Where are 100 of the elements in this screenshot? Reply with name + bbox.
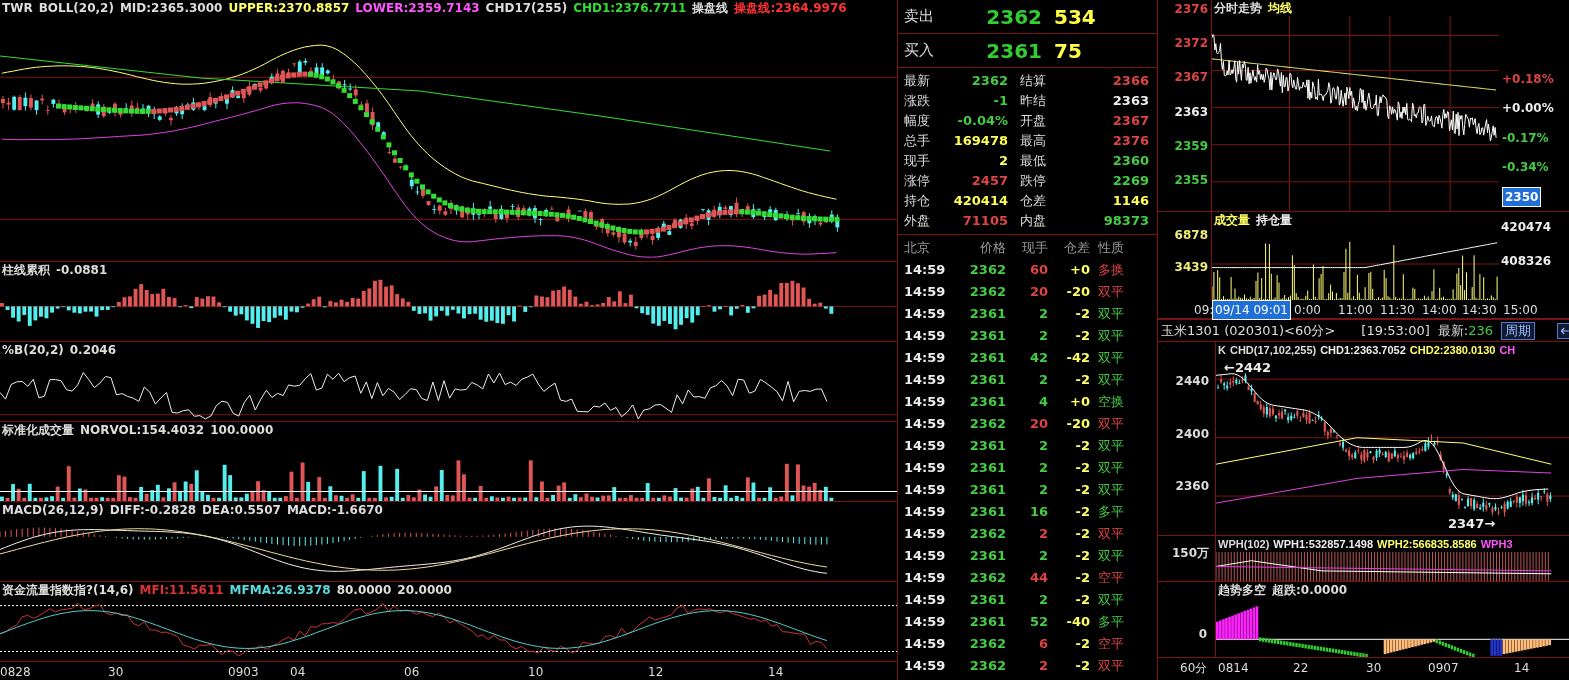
time-label: 11:30 <box>1380 302 1415 319</box>
legend-text: 分时走势 <box>1214 0 1262 16</box>
trade-type: 双平 <box>1097 459 1125 477</box>
trade-position-change: -20 <box>1065 283 1090 301</box>
trade-volume: 4 <box>1037 393 1048 411</box>
arrow-left-button[interactable] <box>1557 322 1569 339</box>
legend-text: WPH2:566835.8586 <box>1377 537 1477 552</box>
time-label: 09: <box>1194 302 1214 319</box>
high-price-marker: ←2442 <box>1224 359 1272 377</box>
trade-type: 双平 <box>1097 657 1125 675</box>
price-label: 2360 <box>1175 478 1209 495</box>
legend-text: MACD(26,12,9) <box>2 502 104 518</box>
axis-label: 150万 <box>1171 545 1209 562</box>
trade-position-change: -2 <box>1074 657 1090 675</box>
trade-time: 14:59 <box>904 393 947 411</box>
stat-value: 71105 <box>961 212 1009 230</box>
date-label: 0903 <box>228 664 259 680</box>
order-label: 买入 <box>904 40 935 62</box>
trade-time: 14:59 <box>904 415 947 433</box>
price-label: 2376 <box>1174 1 1208 18</box>
trade-position-change: -20 <box>1065 415 1090 433</box>
stat-label: 现手 <box>904 152 931 170</box>
trade-price: 2362 <box>968 283 1006 301</box>
trade-price: 2361 <box>968 349 1006 367</box>
volume-label: 6878 <box>1174 227 1208 244</box>
trade-type: 双平 <box>1097 283 1125 301</box>
stat-label: 跌停 <box>1020 172 1047 190</box>
trade-volume: 42 <box>1028 349 1048 367</box>
time-label: 15:00 <box>1503 302 1538 319</box>
legend-text: 20.0000 <box>397 582 452 598</box>
date-label: 0814 <box>1218 660 1249 677</box>
trade-position-change: -2 <box>1074 591 1090 609</box>
cursor-price-tag: 2350 <box>1502 187 1542 207</box>
legend-text: MID:2365.3000 <box>119 0 223 16</box>
trade-time: 14:59 <box>904 261 947 279</box>
trade-price: 2362 <box>968 635 1006 653</box>
trade-volume: 2 <box>1037 371 1048 389</box>
trade-price: 2361 <box>968 591 1006 609</box>
stat-value: 98373 <box>1102 212 1149 230</box>
stat-value: 2367 <box>1111 112 1149 130</box>
date-label: 22 <box>1293 660 1309 677</box>
trade-time: 14:59 <box>904 327 947 345</box>
trade-volume: 2 <box>1037 547 1048 565</box>
trade-time: 14:59 <box>904 547 947 565</box>
trade-volume: 60 <box>1028 261 1048 279</box>
stat-label: 最低 <box>1020 152 1047 170</box>
legend-text: LOWER:2359.7143 <box>355 0 480 16</box>
trade-type: 双平 <box>1097 525 1125 543</box>
legend-text: TWR <box>2 0 33 16</box>
trade-time: 14:59 <box>904 305 947 323</box>
trade-time: 14:59 <box>904 371 947 389</box>
trade-position-change: -2 <box>1074 503 1090 521</box>
legend-text: K <box>1218 343 1226 358</box>
legend-text: WPH(102) <box>1218 537 1270 552</box>
price-label: 2400 <box>1175 425 1209 443</box>
stat-label: 仓差 <box>1020 192 1047 210</box>
instrument-title: 玉米1301 (020301)<60分> <box>1161 321 1336 340</box>
trade-type: 空平 <box>1097 569 1125 587</box>
trade-volume: 2 <box>1037 327 1048 345</box>
trade-price: 2362 <box>968 525 1006 543</box>
percent-label: -0.17% <box>1502 129 1550 147</box>
trade-volume: 20 <box>1028 283 1048 301</box>
date-label: 10 <box>528 664 544 680</box>
legend-text: UPPER:2370.8857 <box>228 0 350 16</box>
time-label: 11:00 <box>1338 302 1373 319</box>
period-button[interactable]: 周期 <box>1501 321 1536 340</box>
trade-type: 多平 <box>1097 503 1125 521</box>
low-price-marker: 2347→ <box>1448 515 1496 533</box>
legend-text: CHD17(255) <box>485 0 568 16</box>
stat-value: 2366 <box>1111 72 1149 90</box>
date-label: 30 <box>1366 660 1382 677</box>
legend-text: 均线 <box>1268 0 1292 16</box>
trade-volume: 6 <box>1037 635 1048 653</box>
date-label: 14 <box>1514 660 1530 677</box>
trade-volume: 44 <box>1028 569 1048 587</box>
legend-text: CHD1:2376.7711 <box>573 0 687 16</box>
order-label: 卖出 <box>904 6 935 28</box>
stat-label: 持仓 <box>904 192 931 210</box>
trade-position-change: -2 <box>1074 547 1090 565</box>
stat-label: 外盘 <box>904 212 931 230</box>
legend-text: 柱线累积 <box>2 262 50 278</box>
stat-label: 最新 <box>904 72 931 90</box>
stat-value: 2 <box>997 152 1009 170</box>
price-label: 2367 <box>1174 69 1208 87</box>
trade-position-change: -2 <box>1074 635 1090 653</box>
trade-volume: 2 <box>1037 525 1048 543</box>
legend-text: CH <box>1499 343 1516 358</box>
trade-type: 多换 <box>1097 261 1125 279</box>
price-label: 2440 <box>1175 373 1209 390</box>
open-interest-label: 408326 <box>1501 253 1553 270</box>
legend-text: MACD:-1.6670 <box>286 502 383 518</box>
axis-label: 0 <box>1198 626 1207 643</box>
legend-text: -0.0881 <box>56 262 108 278</box>
legend-text: CHD(17,102,255) <box>1229 343 1317 358</box>
stat-label: 内盘 <box>1020 212 1047 230</box>
trade-time: 14:59 <box>904 635 947 653</box>
price-label: 2372 <box>1174 35 1208 53</box>
legend-text: %B(20,2) <box>2 342 64 358</box>
trade-position-change: -2 <box>1074 459 1090 477</box>
trade-price: 2361 <box>968 305 1006 323</box>
